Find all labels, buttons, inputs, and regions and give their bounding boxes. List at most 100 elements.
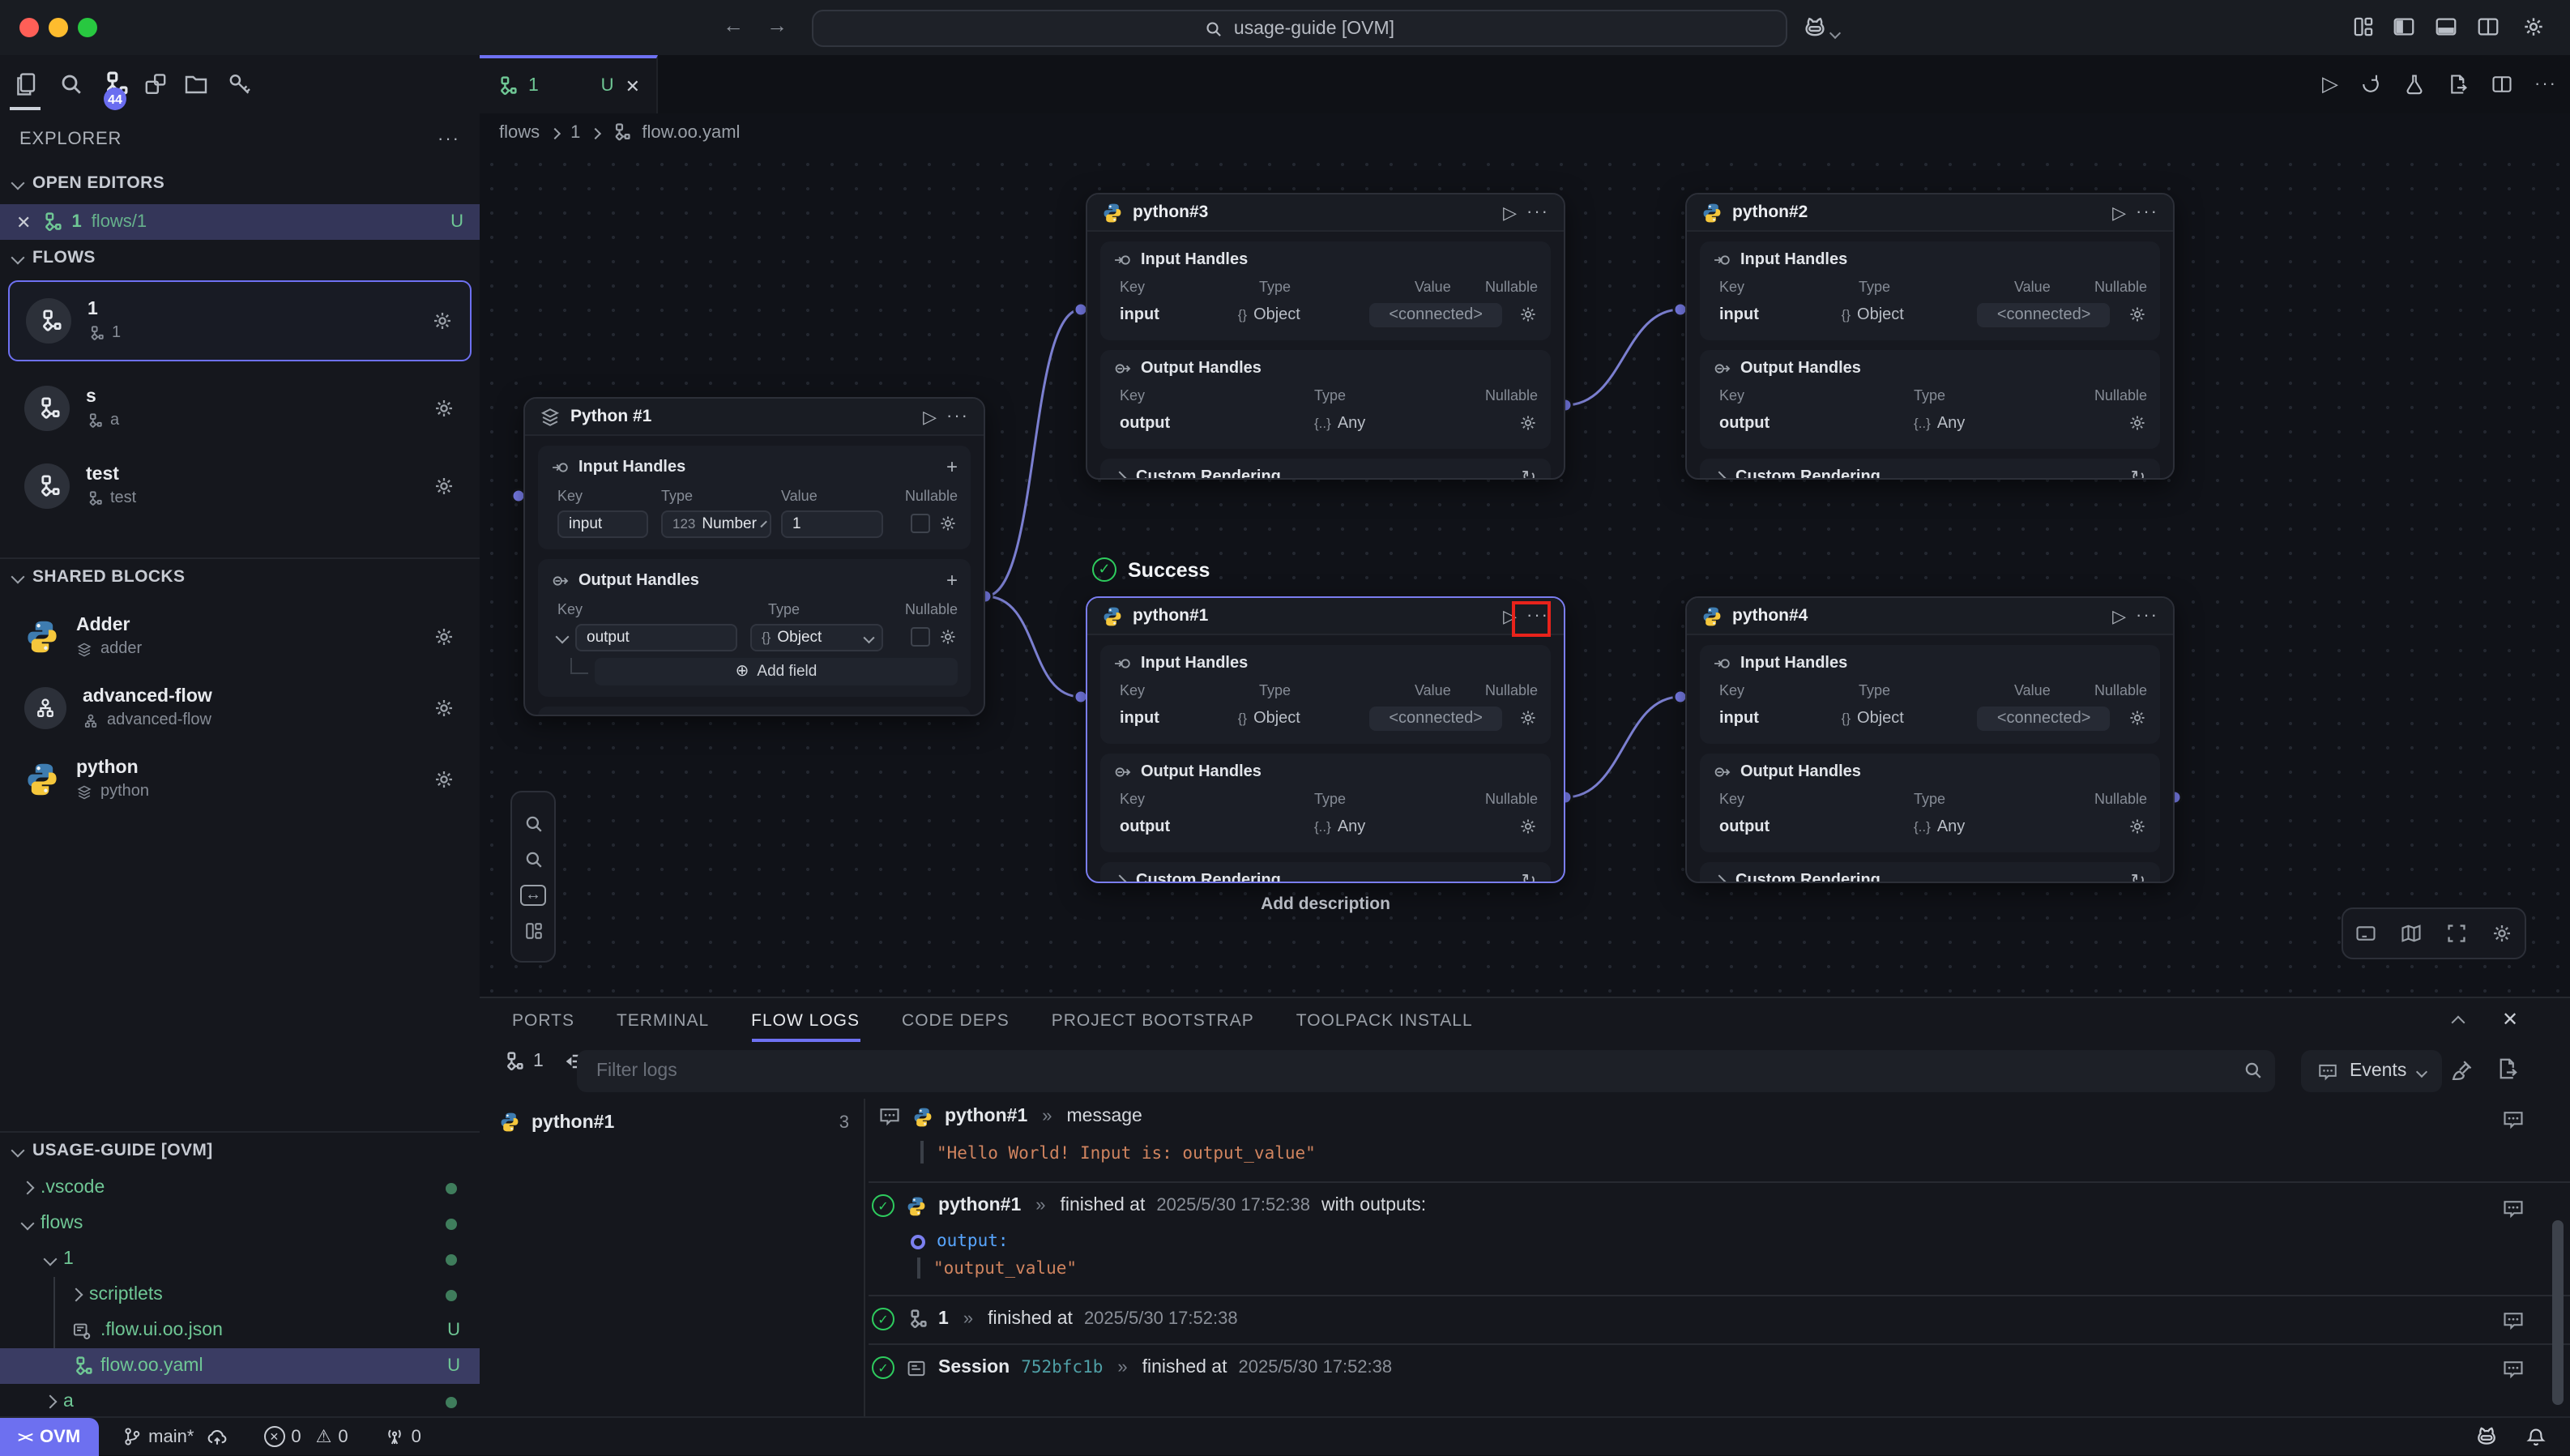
tab-code-deps[interactable]: CODE DEPS (902, 1011, 1010, 1042)
node-run-button[interactable]: ▷ (2112, 605, 2126, 626)
log-comment-bubble-icon[interactable] (2502, 1309, 2525, 1332)
flow-settings-gear-icon[interactable] (433, 397, 455, 420)
secrets-key-icon[interactable] (227, 71, 253, 97)
shared-block-adder[interactable]: Adder adder (8, 603, 472, 671)
block-settings-gear-icon[interactable] (433, 768, 455, 791)
zoom-out-icon[interactable] (523, 848, 544, 869)
node-more-button[interactable]: ··· (2136, 203, 2158, 222)
toggle-panel-icon[interactable] (2434, 15, 2458, 39)
value-field[interactable]: 1 (781, 510, 883, 537)
breadcrumb-file[interactable]: flow.oo.yaml (642, 123, 740, 143)
console-panel-icon[interactable] (2354, 922, 2377, 945)
events-filter-dropdown[interactable]: Events (2301, 1050, 2442, 1092)
add-output-button[interactable]: + (946, 569, 958, 591)
breadcrumb[interactable]: flows 1 flow.oo.yaml (480, 113, 2570, 152)
tree-item-scriptlets[interactable]: scriptlets (0, 1277, 480, 1313)
breadcrumb-1[interactable]: 1 (570, 123, 580, 143)
workspace-section-header[interactable]: USAGE-GUIDE [OVM] (13, 1141, 213, 1160)
nav-back-icon[interactable]: ← (723, 13, 744, 37)
layout-settings-gear-icon[interactable] (2521, 15, 2546, 39)
filter-logs-input[interactable] (577, 1050, 2275, 1092)
refresh-icon[interactable]: ↻ (1522, 467, 1536, 480)
breadcrumb-flows[interactable]: flows (499, 123, 540, 143)
flow-canvas[interactable]: Python #1 ▷ ··· Input Handles+ KeyTypeVa… (480, 152, 2570, 997)
minimap-icon[interactable] (2400, 922, 2423, 945)
git-branch-item[interactable]: main* (121, 1425, 228, 1448)
refresh-icon[interactable]: ↻ (2131, 467, 2145, 480)
ports-item[interactable]: 0 (384, 1426, 421, 1447)
zoom-in-icon[interactable] (523, 813, 544, 834)
tab-project-bootstrap[interactable]: PROJECT BOOTSTRAP (1052, 1011, 1254, 1042)
scriptlet-section[interactable]: Scriptlet (538, 707, 971, 716)
tree-item-flows[interactable]: flows (0, 1206, 480, 1241)
tree-item-vscode[interactable]: .vscode (0, 1170, 480, 1206)
flow-settings-gear-icon[interactable] (431, 310, 454, 332)
run-flow-icon[interactable]: ▷ (2322, 71, 2338, 97)
add-field-button[interactable]: ⊕Add field (595, 657, 958, 685)
type-dropdown[interactable]: 123Number (661, 510, 771, 537)
flow-item-test[interactable]: test test (8, 449, 472, 523)
shared-block-python[interactable]: python python (8, 745, 472, 813)
node-more-button[interactable]: ··· (1526, 203, 1549, 222)
node-more-button[interactable]: ··· (2136, 606, 2158, 626)
fit-view-icon[interactable]: ↔ (520, 884, 546, 905)
handle-gear-icon[interactable] (2128, 817, 2147, 836)
close-editor-icon[interactable]: ✕ (16, 211, 31, 233)
nullable-checkbox[interactable] (911, 514, 930, 533)
export-logs-icon[interactable] (2495, 1057, 2520, 1081)
custom-rendering-section[interactable]: Custom Rendering↻ (1100, 862, 1551, 883)
tree-item-a[interactable]: a (0, 1384, 480, 1420)
refresh-icon[interactable]: ↻ (1522, 870, 1536, 883)
sync-cloud-icon[interactable] (205, 1425, 228, 1448)
flow-item-1[interactable]: 1 1 (8, 280, 472, 361)
open-editor-item[interactable]: ✕ 1 flows/1 U (0, 204, 480, 240)
node-python2[interactable]: python#2 ▷··· Input Handles KeyTypeValue… (1685, 193, 2175, 480)
expand-row-chevron[interactable] (556, 630, 570, 644)
node-run-button[interactable]: ▷ (923, 406, 937, 427)
editor-more-icon[interactable]: ··· (2534, 75, 2557, 94)
node-python1[interactable]: python#1 ▷··· Input Handles KeyTypeValue… (1086, 596, 1565, 883)
toggle-sidebar-icon[interactable] (2392, 15, 2416, 39)
toggle-secondary-sidebar-icon[interactable] (2476, 15, 2500, 39)
export-view-icon[interactable] (2447, 73, 2470, 96)
key-field[interactable]: input (557, 510, 648, 537)
node-run-button[interactable]: ▷ (2112, 202, 2126, 223)
notifications-bell-icon[interactable] (2525, 1425, 2547, 1448)
custom-rendering-section[interactable]: Custom Rendering↻ (1700, 459, 2160, 480)
auto-layout-icon[interactable] (523, 920, 544, 941)
tab-close-icon[interactable]: ✕ (625, 75, 640, 96)
customize-layout-icon[interactable] (2351, 15, 2376, 39)
copilot-chevron-icon[interactable] (1831, 23, 1839, 42)
test-flask-icon[interactable] (2403, 73, 2426, 96)
handle-gear-icon[interactable] (2128, 413, 2147, 433)
panel-maximize-chevron-icon[interactable] (2453, 1013, 2463, 1032)
log-row-session-finished[interactable]: ✓ Session 752bfc1b » finished at 2025/5/… (872, 1356, 1392, 1379)
custom-rendering-section[interactable]: Custom Rendering↻ (1100, 459, 1551, 480)
minimize-window-button[interactable] (49, 18, 68, 37)
rerun-icon[interactable] (2359, 73, 2382, 96)
flow-item-s[interactable]: s a (8, 371, 472, 446)
node-python4[interactable]: python#4 ▷··· Input Handles KeyTypeValue… (1685, 596, 2175, 883)
shared-blocks-header[interactable]: SHARED BLOCKS (13, 567, 185, 587)
maximize-window-button[interactable] (78, 18, 97, 37)
canvas-settings-gear-icon[interactable] (2491, 922, 2513, 945)
tree-item-1[interactable]: 1 (0, 1241, 480, 1277)
explorer-more-button[interactable]: ··· (438, 130, 460, 149)
search-icon[interactable] (58, 71, 84, 97)
log-comment-bubble-icon[interactable] (2502, 1358, 2525, 1381)
refresh-icon[interactable]: ↻ (2131, 870, 2145, 883)
clear-logs-broom-icon[interactable] (2450, 1058, 2474, 1082)
tab-toolpack-install[interactable]: TOOLPACK INSTALL (1296, 1011, 1473, 1042)
remote-indicator[interactable]: >< OVM (0, 1417, 98, 1456)
nullable-checkbox[interactable] (911, 627, 930, 647)
panel-close-icon[interactable]: ✕ (2502, 1008, 2518, 1031)
nav-forward-icon[interactable]: → (766, 13, 788, 37)
log-row-flow-finished[interactable]: ✓ 1» finished at 2025/5/30 17:52:38 (872, 1308, 1238, 1330)
flow-settings-gear-icon[interactable] (433, 475, 455, 497)
node-python-1-main[interactable]: Python #1 ▷ ··· Input Handles+ KeyTypeVa… (523, 397, 985, 716)
block-settings-gear-icon[interactable] (433, 626, 455, 648)
log-comment-bubble-icon[interactable] (2502, 1108, 2525, 1131)
add-input-button[interactable]: + (946, 455, 958, 478)
log-source-item[interactable]: python#1 3 (499, 1112, 849, 1133)
tab-terminal[interactable]: TERMINAL (617, 1011, 709, 1042)
